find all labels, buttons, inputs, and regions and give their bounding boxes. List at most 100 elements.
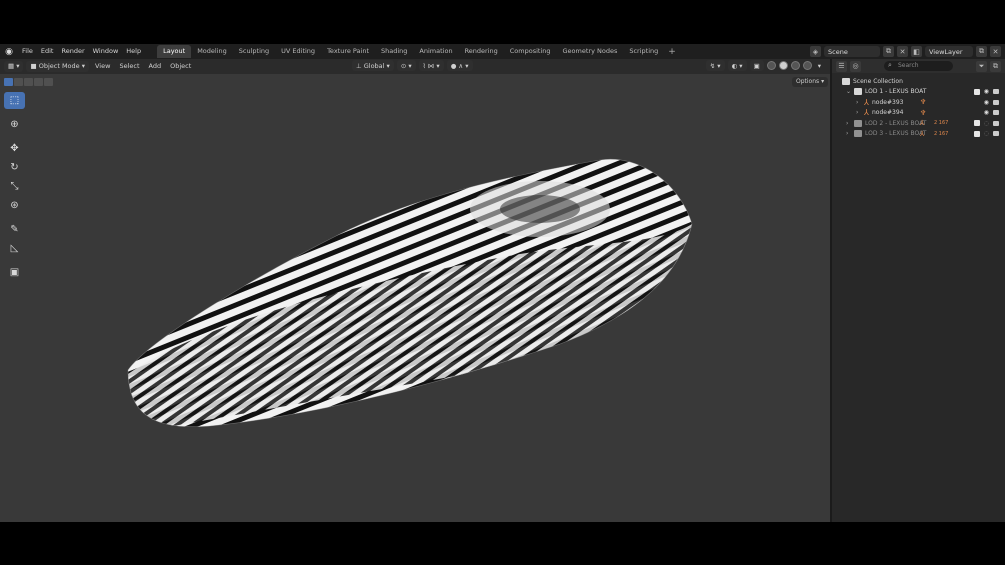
orientation-selector[interactable]: ⊥ Global ▾	[352, 60, 394, 71]
tab-texture-paint[interactable]: Texture Paint	[321, 45, 375, 58]
tab-layout[interactable]: Layout	[157, 45, 192, 58]
new-collection-icon[interactable]: ⧉	[990, 60, 1001, 72]
annotate-tool-icon[interactable]: ✎	[4, 221, 25, 238]
select-extend-icon[interactable]	[14, 78, 23, 86]
mode-selector[interactable]: ■ Object Mode ▾	[26, 60, 89, 72]
tree-row-node393[interactable]: › ⅄ node#393 ♆ ◉	[832, 97, 1005, 108]
gizmo-toggle-icon[interactable]: ↯ ▾	[705, 60, 725, 71]
material-icon[interactable]: ♆	[920, 109, 926, 117]
new-view-layer-icon[interactable]: ⧉	[976, 46, 987, 57]
top-menubar: ◉ File Edit Render Window Help Layout Mo…	[0, 44, 1005, 59]
tree-row-scene-collection[interactable]: Scene Collection	[832, 76, 1005, 87]
tab-geometry-nodes[interactable]: Geometry Nodes	[557, 45, 624, 58]
tab-animation[interactable]: Animation	[413, 45, 458, 58]
object-icon: ⅄	[864, 97, 869, 107]
include-checkbox[interactable]	[973, 120, 980, 127]
outliner-search-input[interactable]: Search	[884, 60, 953, 71]
rotate-tool-icon[interactable]: ↻	[4, 159, 25, 176]
options-dropdown[interactable]: Options ▾	[792, 77, 829, 87]
render-camera-icon[interactable]	[993, 89, 999, 95]
measure-tool-icon[interactable]: ◺	[4, 240, 25, 257]
options-label: Options	[796, 78, 820, 85]
menu-window[interactable]: Window	[89, 44, 123, 59]
select-new-icon[interactable]	[4, 78, 13, 86]
tab-shading[interactable]: Shading	[375, 45, 413, 58]
tab-scripting[interactable]: Scripting	[623, 45, 664, 58]
menu-object[interactable]: Object	[167, 62, 194, 70]
chevron-right-icon[interactable]: ›	[846, 130, 854, 137]
add-cube-tool-icon[interactable]: ▣	[4, 264, 25, 281]
scene-name-field[interactable]: Scene	[824, 46, 880, 57]
select-invert-icon[interactable]	[34, 78, 43, 86]
select-box-tool-icon[interactable]: ⬚	[4, 92, 25, 109]
tab-rendering[interactable]: Rendering	[459, 45, 504, 58]
solid-shading-icon[interactable]	[778, 61, 788, 70]
render-camera-icon[interactable]	[993, 110, 999, 116]
menu-select[interactable]: Select	[116, 62, 142, 70]
cursor-tool-icon[interactable]: ⊕	[4, 116, 25, 133]
scene-icon[interactable]: ◈	[810, 46, 821, 57]
add-workspace-button[interactable]: +	[664, 47, 680, 57]
wireframe-shading-icon[interactable]	[766, 61, 776, 70]
object-icon: ⅄	[864, 108, 869, 118]
row-label: node#393	[872, 98, 904, 106]
select-subtract-icon[interactable]	[24, 78, 33, 86]
visibility-eye-icon[interactable]: ◉	[984, 99, 989, 106]
menu-view[interactable]: View	[92, 62, 113, 70]
hidden-eye-icon[interactable]: ◌	[984, 130, 989, 137]
hidden-eye-icon[interactable]: ◌	[984, 120, 989, 127]
material-icon[interactable]: ♆	[920, 98, 926, 106]
filter-icon[interactable]: ⏷	[976, 60, 987, 72]
delete-view-layer-icon[interactable]: ✕	[990, 46, 1001, 57]
child-count-badge: 2 167	[934, 130, 949, 137]
display-mode-icon[interactable]: ◎	[850, 60, 861, 72]
tab-sculpting[interactable]: Sculpting	[233, 45, 275, 58]
overlay-toggle-icon[interactable]: ◐ ▾	[727, 60, 747, 71]
render-camera-icon[interactable]	[993, 99, 999, 105]
tree-row-lod1[interactable]: ⌄ LOD 1 - LEXUS BOAT ◉	[832, 87, 1005, 98]
chevron-right-icon[interactable]: ›	[846, 120, 854, 127]
blender-logo-icon[interactable]: ◉	[2, 44, 16, 59]
delete-scene-icon[interactable]: ✕	[897, 46, 908, 57]
include-checkbox[interactable]	[973, 130, 980, 137]
chevron-down-icon[interactable]: ⌄	[846, 88, 854, 95]
proportional-edit-button[interactable]: ● ∧ ▾	[446, 60, 473, 71]
tab-uv-editing[interactable]: UV Editing	[275, 45, 321, 58]
shading-options-icon[interactable]: ▾	[815, 62, 824, 70]
visibility-eye-icon[interactable]: ◉	[984, 88, 989, 95]
transform-tool-icon[interactable]: ⊛	[4, 197, 25, 214]
move-tool-icon[interactable]: ✥	[4, 140, 25, 157]
menu-render[interactable]: Render	[57, 44, 88, 59]
view-layer-icon[interactable]: ◧	[911, 46, 922, 57]
tree-row-node394[interactable]: › ⅄ node#394 ♆ ◉	[832, 108, 1005, 119]
menu-edit[interactable]: Edit	[37, 44, 58, 59]
render-camera-icon[interactable]	[993, 131, 999, 137]
menu-help[interactable]: Help	[122, 44, 145, 59]
row-label: LOD 1 - LEXUS BOAT	[865, 88, 927, 96]
rendered-shading-icon[interactable]	[802, 61, 812, 70]
scale-tool-icon[interactable]: ⤡	[4, 178, 25, 195]
boat-hull	[128, 159, 692, 427]
tab-modeling[interactable]: Modeling	[191, 45, 233, 58]
snap-button[interactable]: ⌇ ⋈ ▾	[418, 60, 444, 71]
material-shading-icon[interactable]	[790, 61, 800, 70]
xray-toggle-icon[interactable]: ▣	[749, 60, 764, 71]
3d-viewport[interactable]: Options ▾ ⬚ ⊕ ✥ ↻ ⤡ ⊛ ✎ ◺ ▣	[0, 74, 830, 522]
view-layer-field[interactable]: ViewLayer	[925, 46, 973, 57]
new-scene-icon[interactable]: ⧉	[883, 46, 894, 57]
menu-add[interactable]: Add	[146, 62, 165, 70]
menu-file[interactable]: File	[18, 44, 37, 59]
visibility-eye-icon[interactable]: ◉	[984, 109, 989, 116]
tab-compositing[interactable]: Compositing	[504, 45, 557, 58]
render-camera-icon[interactable]	[993, 120, 999, 126]
chevron-right-icon[interactable]: ›	[856, 109, 864, 116]
include-checkbox[interactable]	[973, 88, 980, 95]
pivot-point-button[interactable]: ⊙ ▾	[396, 60, 416, 71]
outliner-editor-type-icon[interactable]: ☰	[836, 60, 847, 72]
editor-type-button[interactable]: ▦ ▾	[4, 60, 24, 72]
boat-model[interactable]	[0, 74, 830, 522]
chevron-right-icon[interactable]: ›	[856, 99, 864, 106]
select-intersect-icon[interactable]	[44, 78, 53, 86]
tree-row-lod2[interactable]: › LOD 2 - LEXUS BOAT ⅄ 2 167 ◌	[832, 118, 1005, 129]
tree-row-lod3[interactable]: › LOD 3 - LEXUS BOAT ⅄ 2 167 ◌	[832, 129, 1005, 140]
